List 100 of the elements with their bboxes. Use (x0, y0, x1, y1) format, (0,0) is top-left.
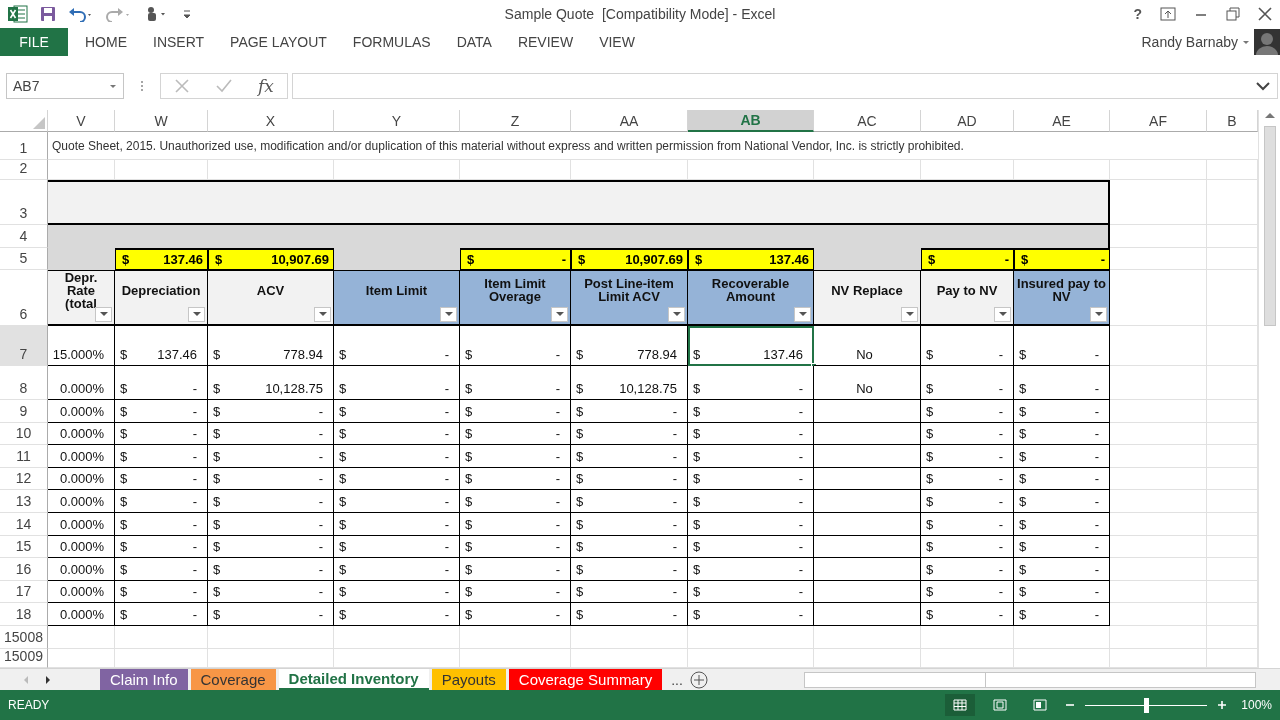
row-header[interactable]: 11 (0, 445, 48, 468)
currency-sign: $ (120, 347, 128, 362)
filter-button[interactable] (314, 307, 331, 322)
row-header[interactable]: 8 (0, 366, 48, 400)
row-header[interactable]: 14 (0, 512, 48, 536)
row-header[interactable]: 6 (0, 270, 48, 326)
column-header[interactable]: AE (1014, 110, 1110, 132)
row-header[interactable]: 4 (0, 225, 48, 248)
row-header[interactable]: 1 (0, 132, 48, 160)
insert-function-button[interactable]: fx (258, 76, 274, 96)
file-menu-button[interactable]: FILE (0, 28, 68, 56)
formula-input[interactable] (292, 73, 1278, 99)
currency-sign: $ (120, 403, 128, 419)
row-header[interactable]: 13 (0, 490, 48, 513)
next-sheet-icon[interactable] (44, 674, 52, 685)
save-icon[interactable] (40, 6, 56, 22)
filter-button[interactable] (901, 307, 918, 322)
column-header[interactable]: Z (460, 110, 571, 132)
column-header[interactable]: B (1207, 110, 1258, 132)
ribbon-tab[interactable]: PAGE LAYOUT (217, 28, 340, 56)
caret-icon[interactable] (109, 82, 117, 90)
filter-button[interactable] (95, 307, 112, 322)
row-header[interactable]: 3 (0, 180, 48, 225)
currency-sign: $ (213, 561, 221, 577)
check-icon[interactable] (216, 78, 233, 94)
zoom-level[interactable]: 100% (1241, 698, 1272, 712)
row-header[interactable]: 15008 (0, 625, 48, 649)
column-header[interactable]: AA (571, 110, 688, 132)
row-header[interactable]: 17 (0, 580, 48, 604)
filter-button[interactable] (794, 307, 811, 322)
row-header[interactable]: 16 (0, 558, 48, 581)
filter-button[interactable] (551, 307, 568, 322)
normal-view-button[interactable] (945, 694, 976, 716)
chevron-down-icon[interactable] (1256, 81, 1270, 91)
filter-button[interactable] (1090, 307, 1107, 322)
sheet-tab[interactable]: Claim Info (100, 669, 188, 690)
sheet-tab[interactable]: Coverage (190, 669, 276, 690)
sheet-tab[interactable]: Detailed Inventory (278, 669, 429, 690)
currency-sign: $ (213, 584, 221, 600)
vertical-scrollbar[interactable] (1263, 126, 1276, 326)
column-header[interactable]: AC (814, 110, 921, 132)
row-header[interactable]: 12 (0, 467, 48, 491)
row-header[interactable]: 5 (0, 248, 48, 270)
name-box[interactable]: AB7 (6, 73, 124, 99)
close-icon[interactable] (1258, 7, 1272, 21)
caret-icon[interactable] (1242, 38, 1250, 46)
more-sheets-button[interactable]: ... (665, 669, 689, 690)
ribbon-tab[interactable]: DATA (443, 28, 505, 56)
customize-icon[interactable] (182, 8, 192, 20)
cell-value: 0.000% (59, 403, 104, 419)
currency-sign: $ (576, 606, 584, 622)
header-label: Insured pay to NV (1016, 277, 1107, 303)
undo-icon[interactable] (68, 6, 94, 22)
ribbon-tab[interactable]: VIEW (586, 28, 648, 56)
currency-sign: $ (926, 471, 934, 487)
column-header[interactable]: W (115, 110, 208, 132)
filter-button[interactable] (994, 307, 1011, 322)
filter-button[interactable] (188, 307, 205, 322)
dropdown-arrow-icon (444, 312, 453, 317)
amount: - (798, 561, 803, 577)
currency-sign: $ (576, 516, 584, 532)
row-header[interactable]: 9 (0, 400, 48, 423)
ribbon-tab[interactable]: HOME (72, 28, 140, 56)
column-header[interactable]: X (208, 110, 334, 132)
ribbon-display-icon[interactable] (1160, 7, 1176, 21)
currency-sign: $ (926, 493, 934, 509)
cell-value: 0.000% (59, 606, 104, 622)
ribbon-tab[interactable]: FORMULAS (339, 28, 444, 56)
help-button[interactable]: ? (1133, 6, 1142, 22)
row-header[interactable]: 15 (0, 535, 48, 559)
row-header[interactable]: 10 (0, 422, 48, 446)
ribbon-tab[interactable]: INSERT (140, 28, 218, 56)
currency-sign: $ (465, 584, 473, 600)
add-sheet-icon[interactable] (688, 669, 709, 690)
amount: - (1094, 516, 1099, 532)
sheet-tab[interactable]: Coverage Summary (508, 669, 663, 690)
column-header[interactable]: AB (688, 110, 814, 132)
scroll-up-icon[interactable] (1263, 110, 1276, 120)
amount: - (672, 493, 677, 509)
amount: - (318, 471, 323, 487)
amount: - (1094, 606, 1099, 622)
avatar-icon[interactable] (1254, 29, 1280, 55)
filter-button[interactable] (668, 307, 685, 322)
filter-button[interactable] (440, 307, 457, 322)
restore-icon[interactable] (1226, 7, 1240, 21)
zoom-in-icon[interactable] (1217, 700, 1228, 710)
amount: - (672, 426, 677, 442)
column-header[interactable]: Y (334, 110, 460, 132)
user-name[interactable]: Randy Barnaby (1141, 34, 1238, 50)
sheet-tab[interactable]: Payouts (431, 669, 506, 690)
amount: - (192, 561, 197, 577)
column-header[interactable]: V (48, 110, 115, 132)
row-header[interactable]: 7 (0, 326, 48, 366)
column-header[interactable]: AD (921, 110, 1014, 132)
column-header[interactable]: AF (1110, 110, 1207, 132)
ribbon-tab[interactable]: REVIEW (504, 28, 587, 56)
row-header[interactable]: 18 (0, 603, 48, 626)
currency-sign: $ (339, 403, 347, 419)
currency-sign: $ (120, 584, 128, 600)
row-header[interactable]: 2 (0, 160, 48, 180)
